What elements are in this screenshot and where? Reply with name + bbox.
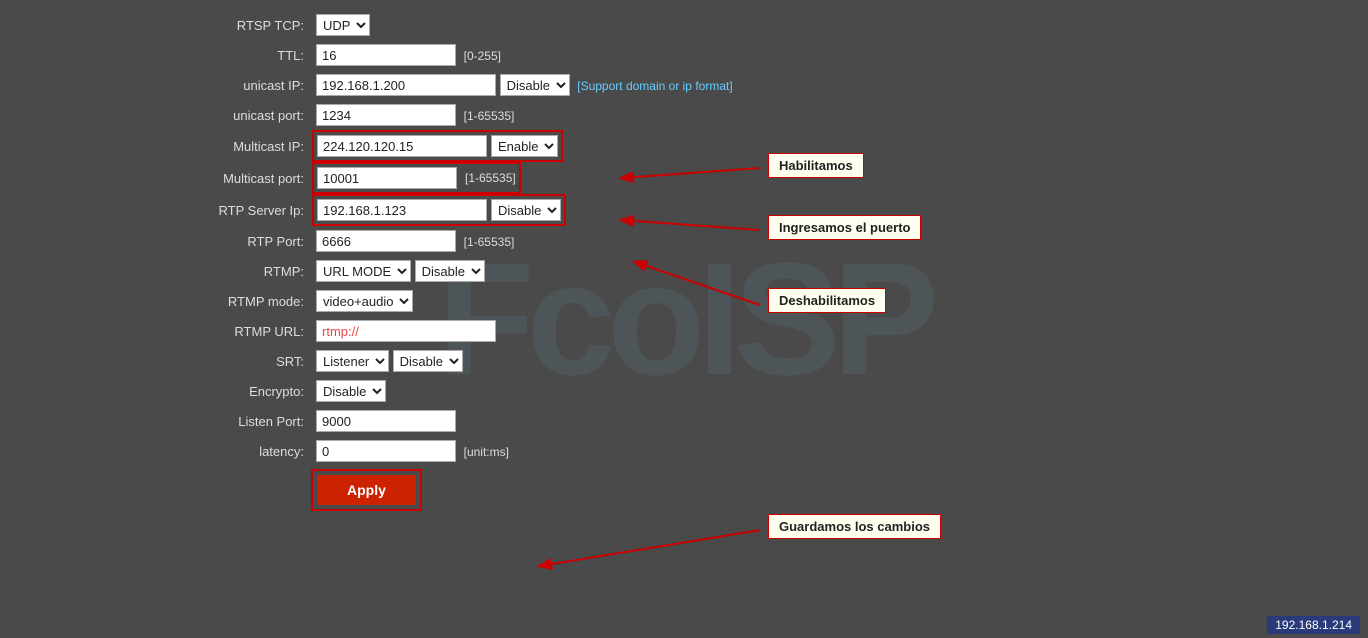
unicast-ip-hint: [Support domain or ip format]	[577, 79, 732, 93]
ttl-label: TTL:	[180, 40, 310, 70]
apply-button-cell: Apply	[310, 466, 860, 510]
ttl-row: TTL: [0-255]	[180, 40, 860, 70]
latency-value-cell: [unit:ms]	[310, 436, 860, 466]
rtmp-url-label: RTMP URL:	[180, 316, 310, 346]
encrypto-select[interactable]: Disable	[316, 380, 386, 402]
rtmp-row: RTMP: URL MODE Disable	[180, 256, 860, 286]
unicast-ip-status-select[interactable]: Disable	[500, 74, 570, 96]
multicast-ip-row: Multicast IP: Enable	[180, 130, 860, 162]
rtp-port-row: RTP Port: [1-65535]	[180, 226, 860, 256]
rtp-server-ip-input[interactable]	[317, 199, 487, 221]
rtmp-mode-select[interactable]: URL MODE	[316, 260, 411, 282]
multicast-port-row: Multicast port: [1-65535]	[180, 162, 860, 194]
form-area: RTSP TCP: UDP TTL: [0-255] unicast IP:	[0, 0, 1368, 530]
annotation-ingresamos: Ingresamos el puerto	[768, 215, 921, 240]
latency-label: latency:	[180, 436, 310, 466]
multicast-port-label: Multicast port:	[180, 162, 310, 194]
unicast-port-value-cell: [1-65535]	[310, 100, 860, 130]
multicast-port-input[interactable]	[317, 167, 457, 189]
rtsp-tcp-value-cell: UDP	[310, 10, 860, 40]
multicast-port-range: [1-65535]	[465, 171, 516, 185]
annotation-habilitamos: Habilitamos	[768, 153, 864, 178]
rtmp-url-row: RTMP URL:	[180, 316, 860, 346]
rtmp-mode-audio-select[interactable]: video+audio	[316, 290, 413, 312]
listen-port-input[interactable]	[316, 410, 456, 432]
encrypto-value-cell: Disable	[310, 376, 860, 406]
srt-value-cell: Listener Disable	[310, 346, 860, 376]
settings-table: RTSP TCP: UDP TTL: [0-255] unicast IP:	[180, 10, 860, 510]
apply-row: Apply	[180, 466, 860, 510]
rtsp-tcp-row: RTSP TCP: UDP	[180, 10, 860, 40]
encrypto-label: Encrypto:	[180, 376, 310, 406]
multicast-ip-label: Multicast IP:	[180, 130, 310, 162]
unicast-ip-value-cell: Disable [Support domain or ip format]	[310, 70, 860, 100]
listen-port-label: Listen Port:	[180, 406, 310, 436]
annotation-deshabilitamos: Deshabilitamos	[768, 288, 886, 313]
latency-unit: [unit:ms]	[464, 445, 509, 459]
rtmp-mode-row: RTMP mode: video+audio	[180, 286, 860, 316]
ttl-value-cell: [0-255]	[310, 40, 860, 70]
rtmp-url-input[interactable]	[316, 320, 496, 342]
ip-status-badge: 192.168.1.214	[1267, 616, 1360, 634]
ttl-input[interactable]	[316, 44, 456, 66]
rtsp-tcp-label: RTSP TCP:	[180, 10, 310, 40]
latency-row: latency: [unit:ms]	[180, 436, 860, 466]
rtp-server-ip-status-select[interactable]: Disable	[491, 199, 561, 221]
srt-label: SRT:	[180, 346, 310, 376]
rtmp-url-value-cell	[310, 316, 860, 346]
listen-port-row: Listen Port:	[180, 406, 860, 436]
rtp-server-ip-label: RTP Server Ip:	[180, 194, 310, 226]
unicast-port-label: unicast port:	[180, 100, 310, 130]
multicast-ip-input[interactable]	[317, 135, 487, 157]
rtp-server-ip-row: RTP Server Ip: Disable	[180, 194, 860, 226]
unicast-port-row: unicast port: [1-65535]	[180, 100, 860, 130]
multicast-port-highlight: [1-65535]	[316, 166, 517, 190]
unicast-ip-input[interactable]	[316, 74, 496, 96]
annotation-guardamos: Guardamos los cambios	[768, 514, 941, 539]
latency-input[interactable]	[316, 440, 456, 462]
encrypto-row: Encrypto: Disable	[180, 376, 860, 406]
apply-button[interactable]: Apply	[317, 475, 416, 505]
srt-row: SRT: Listener Disable	[180, 346, 860, 376]
rtsp-tcp-select[interactable]: UDP	[316, 14, 370, 36]
multicast-ip-highlight: Enable	[316, 134, 559, 158]
apply-label-cell	[180, 466, 310, 510]
rtmp-value-cell: URL MODE Disable	[310, 256, 860, 286]
rtmp-label: RTMP:	[180, 256, 310, 286]
rtp-port-label: RTP Port:	[180, 226, 310, 256]
listen-port-value-cell	[310, 406, 860, 436]
apply-button-wrap: Apply	[316, 474, 417, 506]
multicast-ip-status-select[interactable]: Enable	[491, 135, 558, 157]
rtmp-status-select[interactable]: Disable	[415, 260, 485, 282]
rtp-server-ip-highlight: Disable	[316, 198, 562, 222]
unicast-ip-label: unicast IP:	[180, 70, 310, 100]
ttl-range: [0-255]	[464, 49, 501, 63]
srt-status-select[interactable]: Disable	[393, 350, 463, 372]
srt-mode-select[interactable]: Listener	[316, 350, 389, 372]
rtp-port-input[interactable]	[316, 230, 456, 252]
unicast-port-range: [1-65535]	[464, 109, 515, 123]
rtmp-mode-label: RTMP mode:	[180, 286, 310, 316]
rtp-port-range: [1-65535]	[464, 235, 515, 249]
unicast-port-input[interactable]	[316, 104, 456, 126]
unicast-ip-row: unicast IP: Disable [Support domain or i…	[180, 70, 860, 100]
